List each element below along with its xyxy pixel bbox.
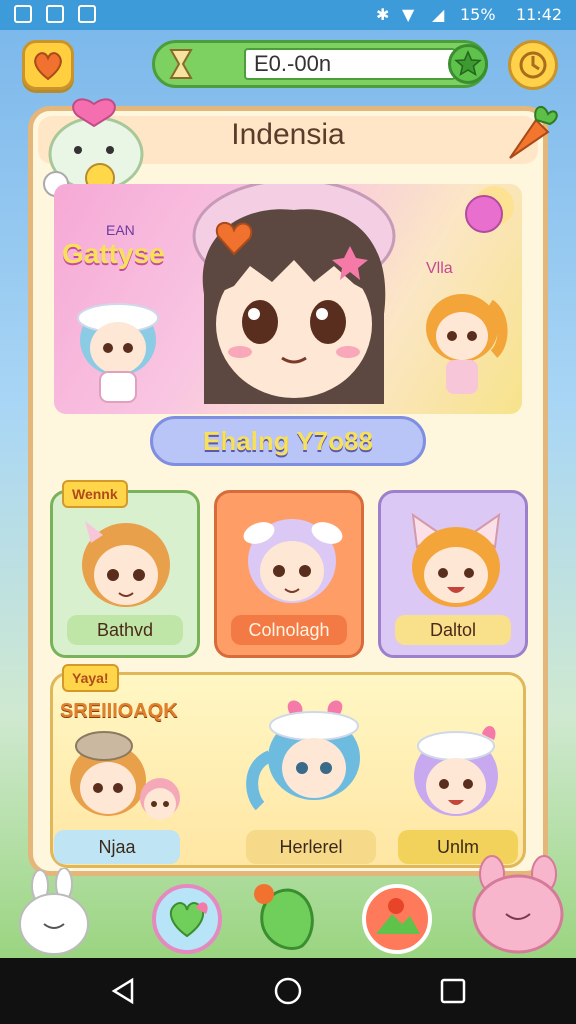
group-character-2 (246, 700, 360, 811)
search-input[interactable]: E0.-00n (244, 48, 456, 80)
wifi-icon: ▼ (402, 5, 415, 24)
card-tag: Wennk (62, 480, 128, 508)
app-notification-icon (78, 5, 96, 23)
main-character (192, 184, 396, 404)
status-bar: ✱ ▼ ◢ 15% 11:42 (0, 0, 576, 30)
heart-icon (34, 52, 62, 81)
bunny-decoration (19, 868, 89, 955)
card-label: Bathvd (67, 615, 183, 645)
card-label: Daltol (395, 615, 511, 645)
character-portrait (411, 512, 501, 607)
character-portrait (82, 521, 170, 607)
featured-title-button[interactable]: Ehalng Y7o88 (150, 416, 426, 466)
group-label-1: Njaa (54, 830, 180, 864)
gallery-notification-icon (46, 5, 64, 23)
group-character-1 (70, 731, 180, 820)
pink-bunny-decoration (472, 855, 564, 954)
battery-text: 15% (460, 5, 496, 24)
card-label: Colnolagh (231, 615, 347, 645)
banner-sign-text: Gattyse (62, 238, 165, 269)
map-dock-button[interactable] (362, 884, 432, 954)
recents-icon[interactable] (438, 976, 468, 1006)
character-card-1[interactable]: Bathvd (50, 490, 200, 658)
featured-banner[interactable]: EAN Gattyse Vlla (54, 184, 522, 414)
star-icon (454, 50, 482, 77)
favorites-button[interactable] (22, 40, 74, 90)
banner-sign-small: EAN (106, 222, 135, 238)
star-button[interactable] (448, 44, 488, 84)
chibi-left (77, 303, 159, 403)
group-character-3 (414, 726, 498, 816)
image-notification-icon (14, 5, 32, 23)
heart-dock-button[interactable] (152, 884, 222, 954)
chibi-right (426, 294, 508, 394)
character-card-3[interactable]: Daltol (378, 490, 528, 658)
group-tag: Yaya! (62, 664, 119, 692)
clock-button[interactable] (508, 40, 558, 90)
mountain-icon (376, 898, 420, 934)
character-portrait (243, 519, 343, 603)
heart-gift-icon (169, 902, 208, 938)
pepper-icon[interactable] (248, 880, 328, 954)
signal-icon: ◢ (432, 5, 445, 24)
clock-icon (519, 51, 547, 79)
group-banner-text: SREIIIOAQK (60, 700, 178, 722)
bluetooth-icon: ✱ (376, 5, 390, 24)
back-icon[interactable] (108, 976, 138, 1006)
hourglass-icon (169, 49, 193, 79)
clock-text: 11:42 (516, 5, 563, 24)
carrot-decoration (509, 105, 558, 159)
home-icon[interactable] (273, 976, 303, 1006)
character-card-2[interactable]: Colnolagh (214, 490, 364, 658)
group-label-2: Herlerel (246, 830, 376, 864)
banner-side-text: Vlla (426, 260, 453, 277)
balloon-icon (465, 186, 514, 233)
